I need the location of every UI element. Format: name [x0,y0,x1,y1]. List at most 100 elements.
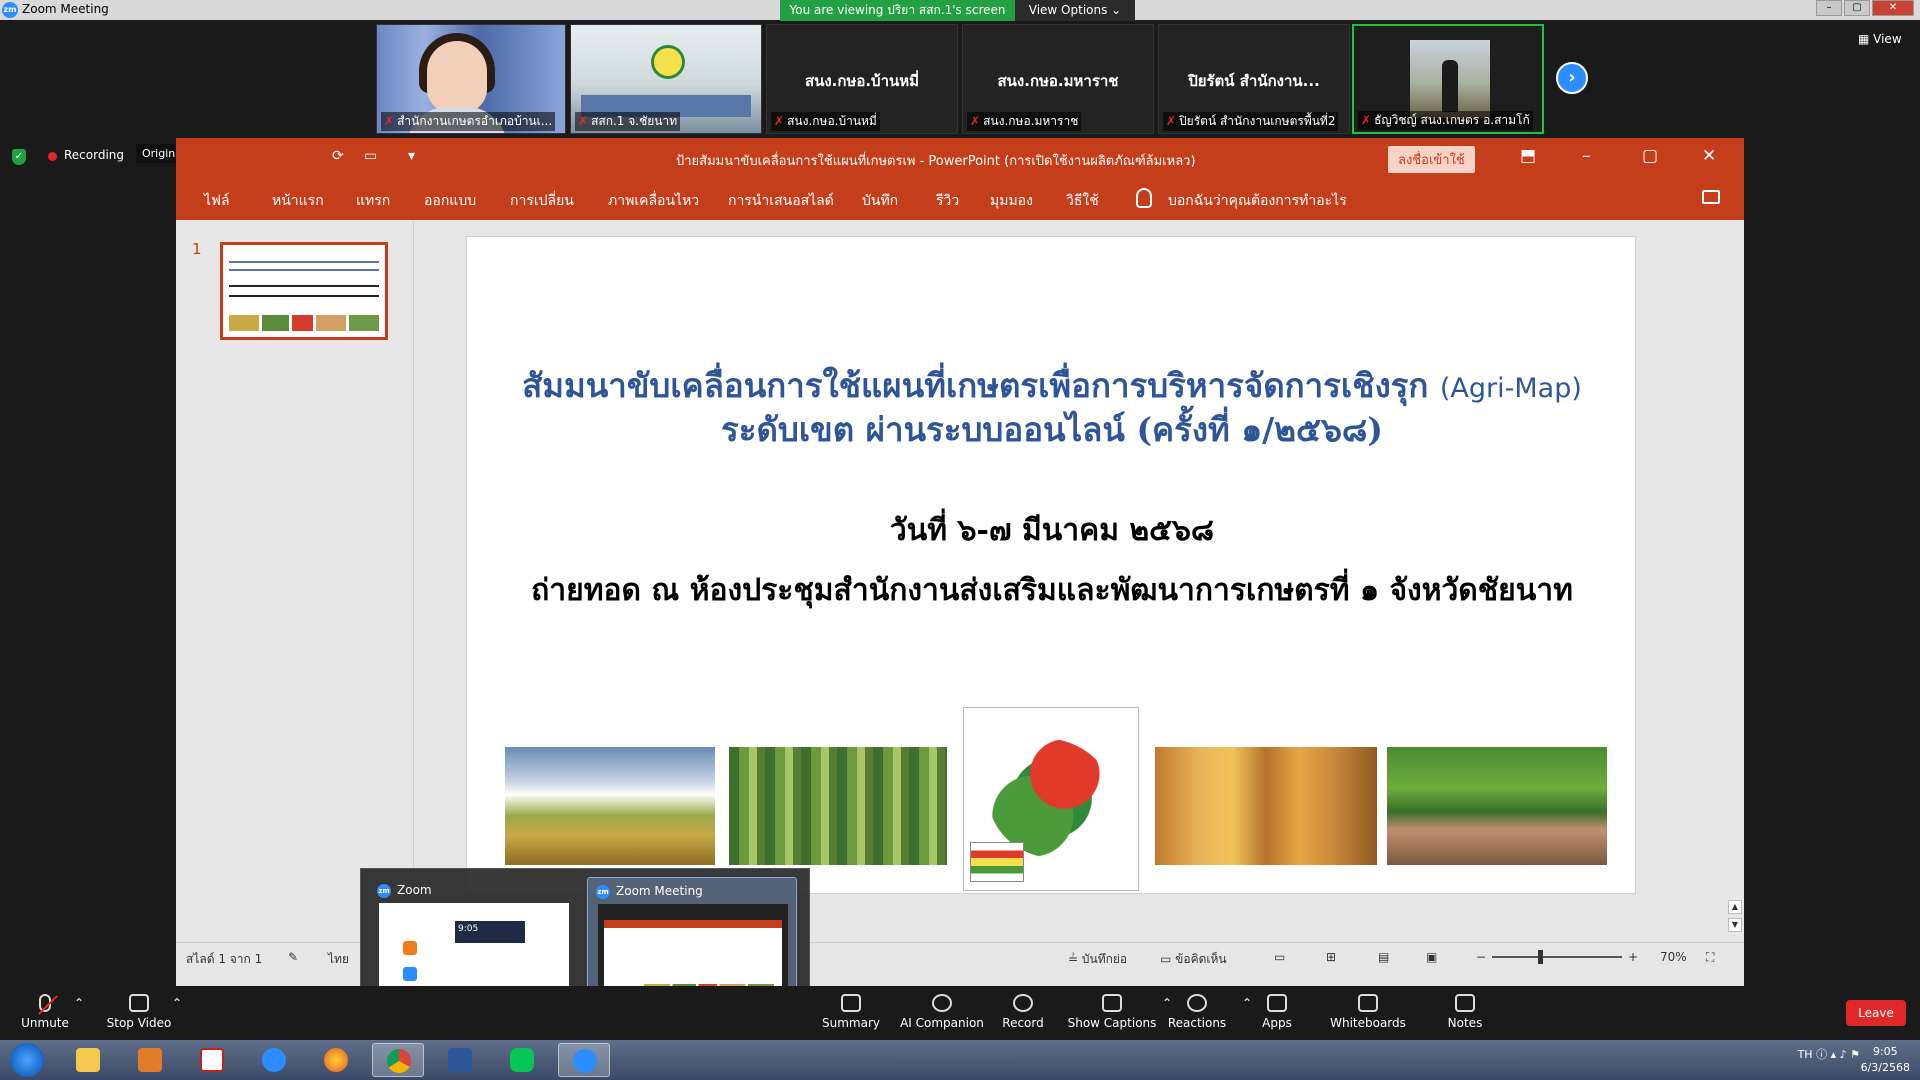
audio-options-chevron-icon[interactable]: ⌃ [64,996,94,1010]
fit-to-window-icon[interactable]: ⛶ [1706,950,1714,965]
security-shield-icon[interactable]: ✓ [12,149,26,165]
next-participants-arrow-icon[interactable]: › [1556,62,1588,94]
recording-label[interactable]: Recording [64,148,124,162]
sign-in-button[interactable]: ลงชื่อเข้าใช้ [1388,146,1475,173]
open-folder-icon[interactable]: ▭ [364,148,377,164]
view-options-button[interactable]: View Options ⌄ [1015,0,1135,21]
line-icon[interactable] [496,1043,548,1077]
tab-animations[interactable]: ภาพเคลื่อนไหว [608,190,699,212]
tab-review[interactable]: รีวิว [936,190,959,212]
video-options-chevron-icon[interactable]: ⌃ [162,996,192,1010]
record-button[interactable]: Record [978,988,1068,1030]
tab-file[interactable]: ไฟล์ [204,190,230,212]
thumbnail-line [229,261,379,263]
action-center-flag-icon[interactable]: ⚑ [1850,1048,1860,1061]
tab-help[interactable]: วิธีใช้ [1066,190,1099,212]
participant-tile[interactable]: ✗ สสก.1 จ.ชัยนาท [570,24,762,134]
muted-mic-icon: ✗ [1361,113,1372,127]
chrome-icon[interactable] [372,1043,424,1077]
reactions-icon [1187,994,1207,1012]
language-indicator[interactable]: ไทย [328,950,349,969]
slide-date[interactable]: วันที่ ๖-๗ มีนาคม ๒๕๖๘ [467,507,1637,554]
corn-image[interactable] [1155,747,1377,865]
zoom-logo-icon: zm [596,884,610,899]
input-language[interactable]: TH [1798,1048,1813,1061]
zoom-slider[interactable] [1492,956,1622,958]
file-explorer-icon[interactable] [62,1043,114,1077]
present-icon[interactable]: ⟳ [332,148,344,164]
minimize-icon[interactable]: – [1816,0,1842,16]
lightbulb-icon[interactable] [1136,188,1152,208]
help-icon[interactable]: ⓘ [1816,1048,1831,1061]
tab-view[interactable]: มุมมอง [990,190,1033,212]
word-icon[interactable] [434,1043,486,1077]
notes-button[interactable]: Notes [1420,988,1510,1030]
normal-view-icon[interactable]: ▭ [1274,950,1285,964]
customize-qat-icon[interactable]: ▾ [408,148,415,164]
reading-view-icon[interactable]: ▤ [1378,950,1389,964]
notes-icon [1455,994,1475,1012]
ribbon-display-icon[interactable]: ⬒ [1520,146,1536,166]
slide-title-line2[interactable]: ระดับเขต ผ่านระบบออนไลน์ (ครั้งที่ ๑/๒๕๖… [467,403,1637,456]
view-button[interactable]: ▦ View [1858,32,1902,46]
pdf-reader-icon[interactable] [186,1043,238,1077]
tell-me-search[interactable]: บอกฉันว่าคุณต้องการทำอะไร [1168,190,1347,212]
participant-tile[interactable]: ปิยรัตน์ สำนักงาน... ✗ ปิยรัตน์ สำนักงานเ… [1158,24,1350,134]
ai-companion-button[interactable]: AI Companion [892,988,992,1030]
participant-name: ✗ สนง.กษอ.มหาราช [967,112,1082,131]
participant-tile[interactable]: สนง.กษอ.บ้านหมี่ ✗ สนง.กษอ.บ้านหมี่ [766,24,958,134]
video-camera-icon [129,994,149,1012]
scroll-up-icon[interactable]: ▲ [1728,900,1742,914]
apps-button[interactable]: Apps [1232,988,1322,1030]
sparkle-icon [932,994,952,1012]
participant-tile[interactable]: ✗ สำนักงานเกษตรอำเภอบ้านเ... [376,24,566,134]
participant-tile-active-speaker[interactable]: ✗ ธัญวิชญ์ สนง.เกษตร อ.สามโก้ [1352,24,1544,134]
comments-icon[interactable] [1702,190,1720,204]
spell-check-icon[interactable]: ✎ [288,950,298,964]
slide-sorter-icon[interactable]: ⊞ [1326,950,1336,964]
zoom-level[interactable]: 70% [1660,950,1687,964]
comments-button[interactable]: ▭ ข้อคิดเห็น [1160,950,1227,969]
cassava-image[interactable] [1387,747,1607,865]
participant-tile[interactable]: สนง.กษอ.มหาราช ✗ สนง.กษอ.มหาราช [962,24,1154,134]
slide-canvas[interactable]: สัมมนาขับเคลื่อนการใช้แผนที่เกษตรเพื่อกา… [466,236,1636,894]
vertical-scrollbar[interactable]: ▲ ▼ [1726,220,1744,942]
slide-thumbnail[interactable] [220,242,388,340]
close-icon[interactable]: ✕ [1872,0,1914,16]
participant-video [651,45,685,79]
summary-button[interactable]: Summary [806,988,896,1030]
slideshow-view-icon[interactable]: ▣ [1426,950,1437,964]
leave-button[interactable]: Leave [1846,1000,1906,1026]
tab-record[interactable]: บันทึก [862,190,898,212]
slide-venue[interactable]: ถ่ายทอด ณ ห้องประชุมสำนักงานส่งเสริมและพ… [467,567,1637,614]
close-icon[interactable]: ✕ [1702,146,1716,166]
maximize-icon[interactable]: ▢ [1642,146,1658,166]
volume-icon[interactable]: ♪ [1840,1048,1851,1061]
firefox-icon[interactable] [310,1043,362,1077]
tab-transitions[interactable]: การเปลี่ยน [510,190,574,212]
tab-slideshow[interactable]: การนำเสนอสไลด์ [728,190,834,212]
tab-insert[interactable]: แทรก [356,190,390,212]
scroll-down-icon[interactable]: ▼ [1728,918,1742,932]
sugarcane-image[interactable] [729,747,947,865]
minimize-icon[interactable]: – [1582,146,1591,166]
start-button-icon[interactable] [10,1043,44,1077]
rice-field-image[interactable] [505,747,715,865]
whiteboards-button[interactable]: Whiteboards [1318,988,1418,1030]
show-hidden-icons-icon[interactable]: ▴ [1831,1048,1840,1061]
notes-button[interactable]: ≟ บันทึกย่อ [1068,950,1127,969]
restore-icon[interactable]: ▢ [1844,0,1870,16]
system-clock[interactable]: 9:05 6/3/2568 [1861,1044,1910,1076]
agri-map-image[interactable] [963,707,1139,891]
reactions-button[interactable]: Reactions [1152,988,1242,1030]
media-player-icon[interactable] [124,1043,176,1077]
tab-design[interactable]: ออกแบบ [424,190,476,212]
zoom-in-button[interactable]: + [1628,950,1638,964]
tab-home[interactable]: หน้าแรก [272,190,324,212]
zoom-slider-handle[interactable] [1538,950,1543,964]
internet-explorer-icon[interactable] [248,1043,300,1077]
participant-avatar [1442,60,1458,112]
show-captions-button[interactable]: Show Captions [1064,988,1160,1030]
zoom-out-button[interactable]: − [1476,950,1486,964]
zoom-icon[interactable] [558,1043,610,1077]
